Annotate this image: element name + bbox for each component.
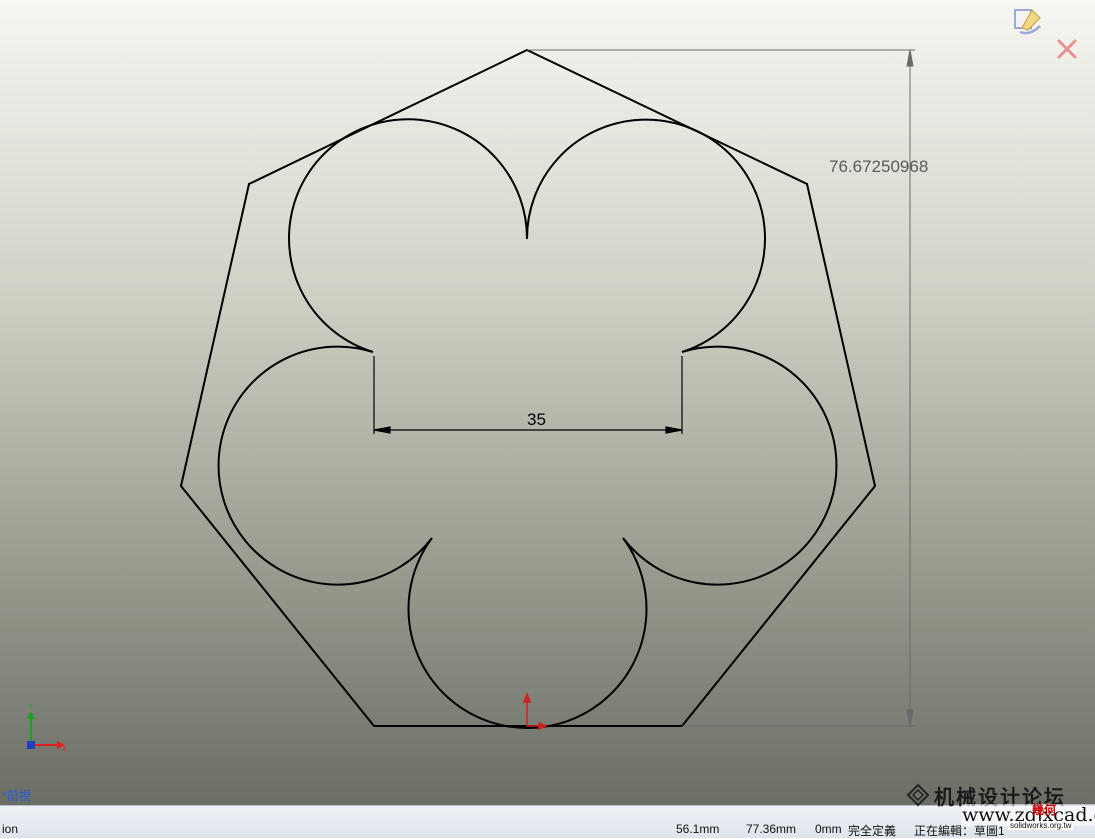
- sketch-state-badge: 完全定義: [848, 824, 897, 838]
- status-message: ion: [2, 822, 19, 836]
- sketch-origin-icon: [522, 691, 548, 731]
- status-x-coordinate: 56.1mm: [676, 822, 720, 836]
- confirmation-corner: [1014, 9, 1077, 59]
- view-triad-icon: Y X: [27, 704, 67, 753]
- svg-text:Y: Y: [28, 704, 33, 711]
- watermark-brand: 幾何: [1032, 803, 1057, 817]
- dimension-value-horizontal[interactable]: 35: [527, 410, 546, 430]
- status-z-coordinate: 0mm: [815, 822, 842, 836]
- status-y-coordinate: 77.36mm: [746, 822, 797, 836]
- vertical-dimension[interactable]: [527, 49, 915, 727]
- exit-sketch-icon[interactable]: [1057, 39, 1077, 59]
- forum-watermark: 机械设计论坛 www.zgjxcad.com 幾何 solidworks.org…: [904, 779, 1095, 837]
- confirm-sketch-icon[interactable]: [1014, 9, 1041, 35]
- dimension-value-vertical[interactable]: 76.67250968: [829, 157, 928, 177]
- svg-text:X: X: [62, 746, 67, 753]
- sketch-canvas[interactable]: Y X: [0, 0, 1095, 805]
- view-orientation-label: *前視: [2, 789, 31, 803]
- heptagon-outline[interactable]: [179, 48, 877, 727]
- watermark-badge: solidworks.org.tw: [1008, 821, 1074, 830]
- graphics-viewport[interactable]: Y X 76.67250968 35 *前視: [0, 0, 1095, 805]
- forum-logo-icon: [906, 783, 930, 807]
